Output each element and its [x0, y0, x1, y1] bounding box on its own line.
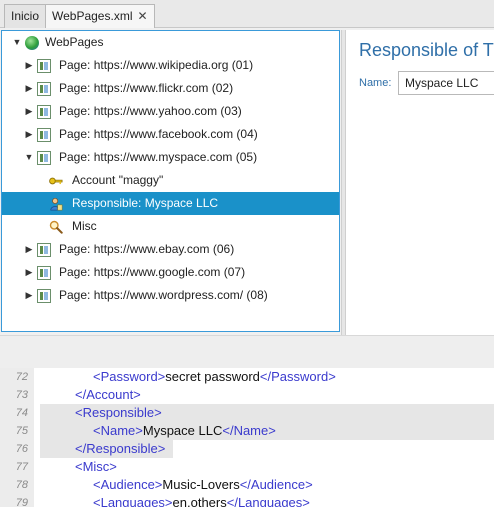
page-icon: [37, 128, 51, 142]
tab-bar: Inicio WebPages.xml ✕: [0, 0, 494, 28]
page-icon: [37, 82, 51, 96]
line-number: 72: [15, 371, 28, 383]
name-field[interactable]: Myspace LLC: [398, 71, 494, 95]
chevron-right-icon[interactable]: ▶: [23, 238, 35, 261]
tree-item-label: Page: https://www.yahoo.com (03): [59, 104, 242, 118]
tab-webpages-xml[interactable]: WebPages.xml ✕: [45, 4, 155, 28]
magnifier-icon: [49, 220, 63, 234]
tree-item-responsible[interactable]: Responsible: Myspace LLC: [2, 192, 339, 215]
tree-item-account[interactable]: Account "maggy": [2, 169, 339, 192]
tree-root[interactable]: ▼ WebPages: [2, 31, 339, 54]
tree-item-page-05[interactable]: ▼ Page: https://www.myspace.com (05): [2, 146, 339, 169]
xml-text: Music-Lovers: [162, 477, 240, 492]
tree-item-label: Page: https://www.wikipedia.org (01): [59, 58, 254, 72]
tree-item-page-01[interactable]: ▶ Page: https://www.wikipedia.org (01): [2, 54, 339, 77]
tab-label: Inicio: [11, 9, 40, 23]
code-line[interactable]: 77 <Misc>: [0, 458, 494, 476]
tree-item-label: WebPages: [45, 35, 104, 49]
page-icon: [37, 289, 51, 303]
chevron-right-icon[interactable]: ▶: [23, 77, 35, 100]
tree-item-label: Page: https://www.facebook.com (04): [59, 127, 258, 141]
tab-label: WebPages.xml: [52, 9, 133, 23]
line-number: 77: [15, 461, 28, 473]
tree-item-page-03[interactable]: ▶ Page: https://www.yahoo.com (03): [2, 100, 339, 123]
horizontal-splitter[interactable]: [0, 335, 494, 368]
globe-icon: [25, 36, 39, 50]
chevron-right-icon[interactable]: ▶: [23, 54, 35, 77]
page-icon: [37, 59, 51, 73]
xml-text: Myspace LLC: [142, 423, 223, 438]
code-text: <Name>Myspace LLC</Name>: [93, 422, 276, 440]
code-line[interactable]: 78 <Audience>Music-Lovers</Audience>: [0, 476, 494, 494]
xml-open-tag: <Audience>: [93, 477, 163, 492]
tree-item-page-04[interactable]: ▶ Page: https://www.facebook.com (04): [2, 123, 339, 146]
name-label: Name:: [359, 77, 392, 89]
tree-item-page-08[interactable]: ▶ Page: https://www.wordpress.com/ (08): [2, 284, 339, 307]
xml-close-tag: </Password>: [259, 369, 336, 384]
xml-editor[interactable]: 72 <Password>secret password</Password> 73…: [0, 368, 494, 507]
xml-text: secret password: [165, 369, 260, 384]
chevron-down-icon[interactable]: ▼: [11, 31, 23, 54]
code-text: </Responsible>: [75, 440, 165, 458]
chevron-right-icon[interactable]: ▶: [23, 100, 35, 123]
page-icon: [37, 266, 51, 280]
close-icon[interactable]: ✕: [137, 5, 147, 27]
tree-item-label: Page: https://www.ebay.com (06): [59, 242, 235, 256]
xml-close-tag: </Languages>: [226, 495, 310, 507]
page-icon: [37, 243, 51, 257]
tree-view[interactable]: ▼ WebPages ▶ Page: https://www.wikipedia…: [1, 30, 340, 332]
person-icon: [50, 197, 63, 211]
line-number: 79: [15, 497, 28, 507]
line-number: 74: [15, 407, 28, 419]
line-number: 75: [15, 425, 28, 437]
tree-item-label: Page: https://www.myspace.com (05): [59, 150, 258, 164]
line-number: 73: [15, 389, 28, 401]
xml-open-tag: <Languages>: [93, 495, 173, 507]
code-line[interactable]: 79 <Languages>en,others</Languages>: [0, 494, 494, 507]
chevron-right-icon[interactable]: ▶: [23, 284, 35, 307]
line-number: 78: [15, 479, 28, 491]
details-panel: Responsible of The Name: Myspace LLC: [346, 30, 494, 335]
code-text: <Audience>Music-Lovers</Audience>: [93, 476, 313, 494]
chevron-down-icon[interactable]: ▼: [23, 146, 35, 169]
code-line[interactable]: 74 <Responsible>: [0, 404, 494, 422]
xml-open-tag: <Password>: [93, 369, 166, 384]
tree-item-label: Misc: [72, 219, 97, 233]
code-text: <Misc>: [75, 458, 117, 476]
key-icon: [49, 177, 63, 185]
xml-close-tag: </Audience>: [239, 477, 313, 492]
tree-item-label: Account "maggy": [72, 173, 164, 187]
tree-item-label: Responsible: Myspace LLC: [72, 196, 219, 210]
tree-item-page-02[interactable]: ▶ Page: https://www.flickr.com (02): [2, 77, 339, 100]
xml-close-tag: </Account>: [75, 387, 141, 402]
page-icon: [37, 105, 51, 119]
xml-text: en,others: [172, 495, 227, 507]
code-line[interactable]: 75 <Name>Myspace LLC</Name>: [0, 422, 494, 440]
code-line[interactable]: 72 <Password>secret password</Password>: [0, 368, 494, 386]
xml-open-tag: <Name>: [93, 423, 143, 438]
tree-item-label: Page: https://www.wordpress.com/ (08): [59, 288, 268, 302]
chevron-right-icon[interactable]: ▶: [23, 261, 35, 284]
code-text: <Languages>en,others</Languages>: [93, 494, 310, 507]
xml-open-tag: <Responsible>: [75, 405, 162, 420]
xml-close-tag: </Responsible>: [75, 441, 166, 456]
code-text: <Responsible>: [75, 404, 162, 422]
tab-inicio[interactable]: Inicio: [4, 4, 47, 28]
tree-item-label: Page: https://www.flickr.com (02): [59, 81, 234, 95]
tree-item-page-06[interactable]: ▶ Page: https://www.ebay.com (06): [2, 238, 339, 261]
tree-item-page-07[interactable]: ▶ Page: https://www.google.com (07): [2, 261, 339, 284]
code-text: <Password>secret password</Password>: [93, 368, 336, 386]
tree-item-label: Page: https://www.google.com (07): [59, 265, 246, 279]
code-line[interactable]: 76 </Responsible>: [0, 440, 494, 458]
chevron-right-icon[interactable]: ▶: [23, 123, 35, 146]
tree-item-misc[interactable]: Misc: [2, 215, 339, 238]
line-number: 76: [15, 443, 28, 455]
xml-close-tag: </Name>: [222, 423, 276, 438]
details-title: Responsible of The: [359, 40, 494, 60]
code-text: </Account>: [75, 386, 141, 404]
code-line[interactable]: 73 </Account>: [0, 386, 494, 404]
page-icon: [37, 151, 51, 165]
xml-open-tag: <Misc>: [75, 459, 117, 474]
